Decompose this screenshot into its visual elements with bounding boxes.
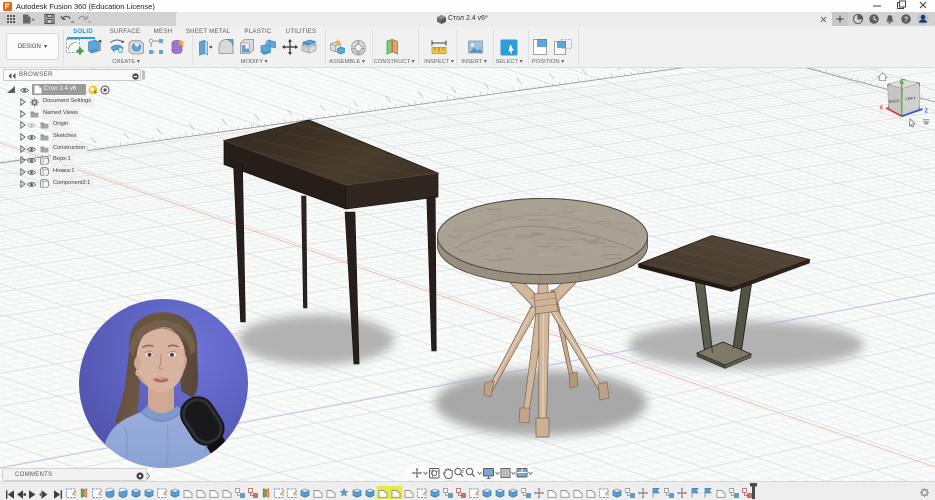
svg-text:LEFT: LEFT <box>905 96 916 102</box>
svg-text:?: ? <box>904 16 908 23</box>
svg-text:X: X <box>880 106 884 112</box>
svg-text:BACK: BACK <box>889 98 901 104</box>
